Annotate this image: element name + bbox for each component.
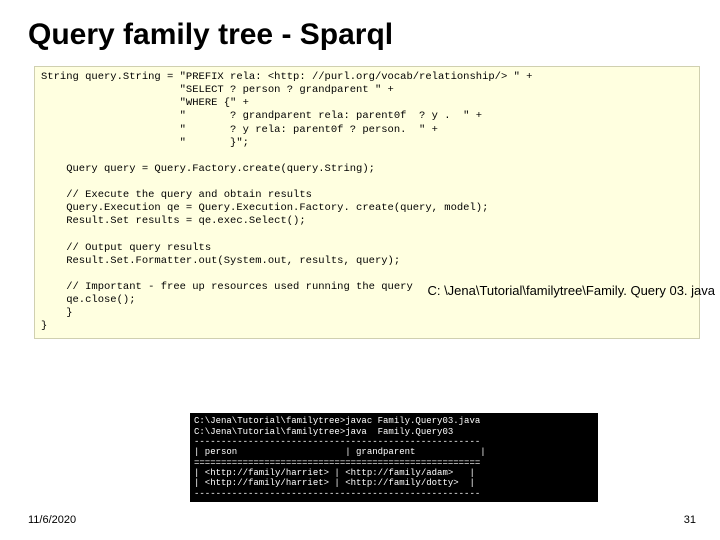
slide-title: Query family tree - Sparql: [0, 0, 720, 62]
footer-page-number: 31: [684, 514, 696, 526]
file-path-label: C: \Jena\Tutorial\familytree\Family. Que…: [427, 283, 715, 299]
terminal-output: C:\Jena\Tutorial\familytree>javac Family…: [190, 413, 598, 502]
code-block: String query.String = "PREFIX rela: <htt…: [34, 66, 700, 339]
terminal-content: C:\Jena\Tutorial\familytree>javac Family…: [194, 416, 594, 499]
footer-date: 11/6/2020: [28, 514, 76, 526]
